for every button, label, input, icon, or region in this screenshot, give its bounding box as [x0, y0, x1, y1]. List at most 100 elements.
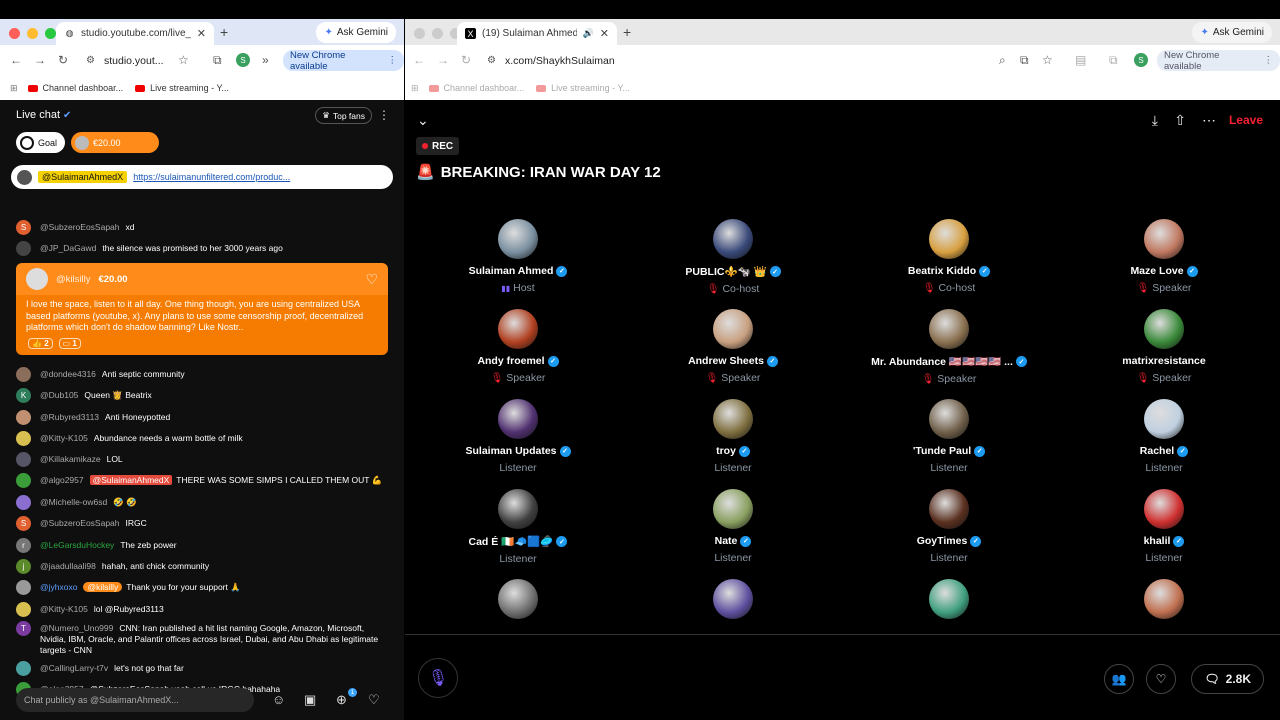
- avatar[interactable]: [1144, 219, 1184, 259]
- back-icon[interactable]: ←: [413, 53, 425, 67]
- speaker-icon[interactable]: 🔊: [583, 28, 594, 39]
- message-author[interactable]: @jaadullaali98: [40, 561, 96, 571]
- avatar[interactable]: [713, 489, 753, 529]
- message-author[interactable]: @Kitty-K105: [40, 433, 88, 443]
- bookmark-star-icon[interactable]: ☆: [178, 53, 189, 67]
- avatar[interactable]: [1144, 399, 1184, 439]
- maximize-window-button[interactable]: [45, 28, 56, 39]
- top-fans-button[interactable]: ♛ Top fans: [315, 107, 372, 124]
- super-chat-card[interactable]: @kilsilly €20.00 ♡ I love the space, lis…: [16, 263, 388, 355]
- collapse-icon[interactable]: ⤓: [1152, 112, 1158, 129]
- mic-button[interactable]: 🎙: [418, 658, 458, 698]
- message-author[interactable]: @Numero_Uno999: [40, 623, 113, 633]
- avatar[interactable]: [929, 309, 969, 349]
- avatar[interactable]: [929, 489, 969, 529]
- participant[interactable]: khalil ✓ Listener: [1059, 489, 1269, 564]
- reload-icon[interactable]: ↻: [58, 53, 68, 67]
- message-author[interactable]: @SubzeroEosSapah: [40, 222, 120, 232]
- avatar[interactable]: [713, 309, 753, 349]
- avatar[interactable]: [498, 219, 538, 259]
- heart-icon[interactable]: ♡: [368, 692, 380, 708]
- participant[interactable]: Beatrix Kiddo ✓ 🎙 Co-host: [844, 219, 1054, 294]
- replies-button[interactable]: 🗨 2.8K: [1191, 664, 1264, 694]
- super-chat-chip[interactable]: €20.00: [71, 132, 160, 153]
- close-tab-icon[interactable]: ✕: [600, 27, 609, 40]
- participant[interactable]: Cad É 🇮🇪🧢🟦🥏 ✓ Listener: [413, 489, 623, 565]
- avatar[interactable]: [929, 579, 969, 619]
- participant[interactable]: PUBLIC⚜️🐄 👑 ✓ 🎙 Co-host: [628, 219, 838, 295]
- goal-chip[interactable]: Goal: [16, 132, 66, 153]
- profile-avatar[interactable]: S: [236, 53, 250, 67]
- new-tab-button[interactable]: +: [623, 24, 631, 40]
- message-author[interactable]: @LeGarsduHockey: [40, 540, 114, 550]
- bookmark-channel-dashboard[interactable]: Channel dashboar...: [428, 83, 524, 93]
- avatar[interactable]: [1144, 489, 1184, 529]
- avatar[interactable]: [929, 399, 969, 439]
- participant[interactable]: [844, 579, 1054, 619]
- chevron-down-icon[interactable]: ⌄: [417, 112, 429, 129]
- leave-button[interactable]: Leave: [1229, 113, 1263, 127]
- more-icon[interactable]: ⋯: [1202, 112, 1216, 129]
- side-panel-icon[interactable]: ▤: [1075, 53, 1086, 67]
- browser-tab-youtube[interactable]: ◍ studio.youtube.com/live_cha ✕: [56, 22, 214, 45]
- minimize-window-button[interactable]: [27, 28, 38, 39]
- participant[interactable]: Sulaiman Ahmed ✓ ▮▮ Host: [413, 219, 623, 294]
- avatar[interactable]: [1144, 579, 1184, 619]
- address-bar[interactable]: ⚙ studio.yout...: [80, 50, 192, 71]
- close-window-button[interactable]: [9, 28, 20, 39]
- extensions-overflow-icon[interactable]: »: [262, 53, 269, 67]
- participant[interactable]: Nate ✓ Listener: [628, 489, 838, 564]
- avatar[interactable]: [498, 489, 538, 529]
- avatar[interactable]: [713, 219, 753, 259]
- close-window-button[interactable]: [414, 28, 425, 39]
- participant[interactable]: Andy froemel ✓ 🎙 Speaker: [413, 309, 623, 384]
- message-author[interactable]: @algo2957: [40, 475, 84, 485]
- cast-icon[interactable]: ⧉: [1109, 53, 1118, 68]
- reload-icon[interactable]: ↻: [461, 53, 471, 67]
- like-count-button[interactable]: 👍 2: [28, 338, 53, 349]
- add-icon[interactable]: ⊕: [336, 692, 347, 708]
- avatar[interactable]: [1144, 309, 1184, 349]
- people-button[interactable]: 👥: [1104, 664, 1134, 694]
- share-icon[interactable]: ⇧: [1174, 112, 1186, 129]
- participant[interactable]: GoyTimes ✓ Listener: [844, 489, 1054, 564]
- react-button[interactable]: ♡: [1146, 664, 1176, 694]
- participant[interactable]: Maze Love ✓ 🎙 Speaker: [1059, 219, 1269, 294]
- avatar[interactable]: [498, 579, 538, 619]
- reply-count-button[interactable]: ▭ 1: [58, 338, 81, 349]
- participant[interactable]: Rachel ✓ Listener: [1059, 399, 1269, 474]
- message-author[interactable]: @Killakamikaze: [40, 454, 101, 464]
- avatar[interactable]: [929, 219, 969, 259]
- forward-icon[interactable]: →: [34, 53, 46, 67]
- address-bar[interactable]: ⚙ x.com/ShaykhSulaiman: [481, 50, 1001, 71]
- bookmark-channel-dashboard[interactable]: Channel dashboar...: [27, 83, 123, 93]
- super-chat-icon[interactable]: ▣: [304, 692, 316, 708]
- new-tab-button[interactable]: +: [220, 24, 228, 40]
- avatar[interactable]: [713, 579, 753, 619]
- participant[interactable]: Sulaiman Updates ✓ Listener: [413, 399, 623, 474]
- emoji-icon[interactable]: ☺: [272, 692, 285, 707]
- message-author[interactable]: @SubzeroEosSapah: [40, 518, 120, 528]
- back-icon[interactable]: ←: [10, 53, 22, 67]
- ask-gemini-button[interactable]: ✦ Ask Gemini: [1192, 22, 1272, 43]
- cast-icon[interactable]: ⧉: [213, 53, 222, 68]
- chat-input[interactable]: Chat publicly as @SulaimanAhmedX...: [16, 688, 254, 712]
- apps-grid-icon[interactable]: ⊞: [411, 83, 419, 94]
- participant[interactable]: 'Tunde Paul ✓ Listener: [844, 399, 1054, 474]
- participant[interactable]: [413, 579, 623, 619]
- pinned-link[interactable]: https://sulaimanunfiltered.com/produc...: [133, 172, 290, 182]
- forward-icon[interactable]: →: [437, 53, 449, 67]
- participant[interactable]: Andrew Sheets ✓ 🎙 Speaker: [628, 309, 838, 384]
- participant[interactable]: [628, 579, 838, 619]
- close-tab-icon[interactable]: ✕: [197, 27, 206, 40]
- message-author[interactable]: @CallingLarry-t7v: [40, 663, 108, 673]
- pinned-menu-icon[interactable]: ⋮: [375, 170, 387, 184]
- participant[interactable]: Mr. Abundance 🇺🇸🇺🇸🇺🇸🇺🇸 ... ✓ 🎙 Speaker: [844, 309, 1054, 385]
- chat-menu-icon[interactable]: ⋮: [378, 108, 390, 122]
- message-author[interactable]: @JP_DaGawd: [40, 243, 96, 253]
- participant[interactable]: [1059, 579, 1269, 619]
- browser-tab-x[interactable]: X (19) Sulaiman Ahmed (@S 🔊 ✕: [457, 22, 617, 45]
- heart-icon[interactable]: ♡: [365, 271, 378, 288]
- apps-grid-icon[interactable]: ⊞: [10, 83, 18, 94]
- message-author[interactable]: @Michelle-ow6sd: [40, 497, 107, 507]
